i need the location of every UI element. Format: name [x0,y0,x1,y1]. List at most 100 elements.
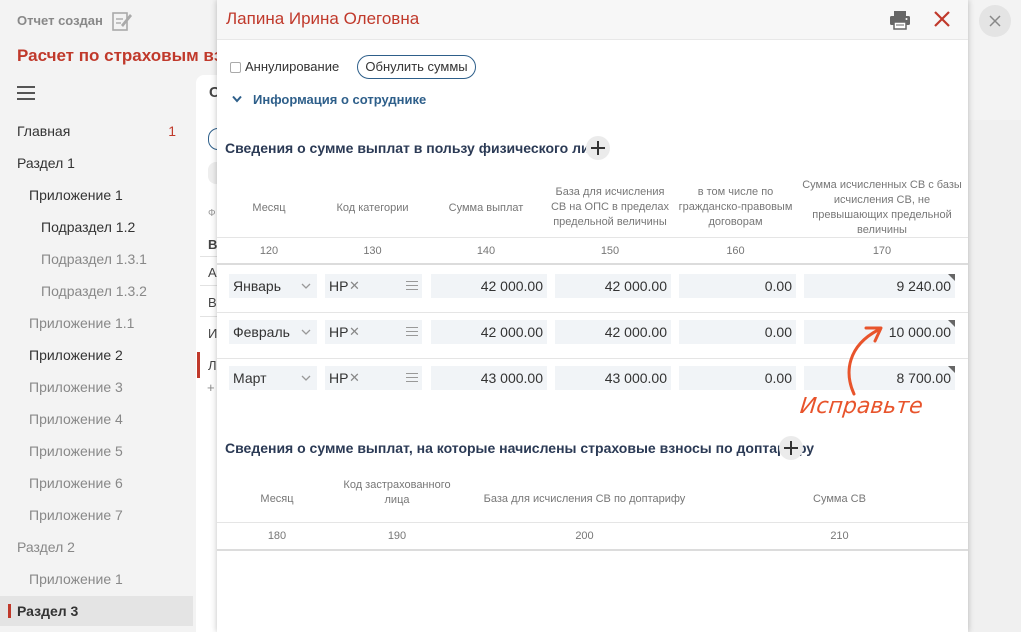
month-select[interactable]: Январь [229,274,317,298]
clear-icon[interactable]: ✕ [349,274,360,298]
sidebar-item-subsection-1-3-2[interactable]: Подраздел 1.3.2 [0,276,193,306]
menu-icon[interactable] [17,86,35,100]
category-code-field[interactable]: НР ✕ [325,366,422,390]
column-code: 140 [476,245,496,257]
list-icon[interactable] [406,327,418,337]
sidebar-item-main[interactable]: Главная 1 [0,116,193,146]
employee-info-toggle[interactable]: Информация о сотруднике [253,92,426,107]
gpd-field[interactable]: 0.00 [679,320,796,344]
close-icon[interactable] [933,10,951,28]
report-status: Отчет создан [17,13,103,28]
close-icon [989,15,1001,27]
column-header: Код категории [336,202,409,214]
errors-count-badge: 1 [168,123,176,139]
panel-close-button[interactable] [979,5,1011,37]
column-header: Сумма СВ [813,493,866,505]
month-value: Январь [233,278,281,294]
sidebar-item-section-1[interactable]: Раздел 1 [0,148,193,178]
add-payment-button[interactable] [586,136,610,160]
section-additional-tariff-title: Сведения о сумме выплат, на которые начи… [225,440,815,456]
list-icon[interactable] [406,281,418,291]
payment-sum-field[interactable]: 42 000.00 [431,320,547,344]
category-code-field[interactable]: НР ✕ [325,274,422,298]
background-fragment: А [208,265,217,280]
calculated-marker [948,366,955,373]
category-code-value: НР [329,278,349,294]
sidebar-item-appendix-3[interactable]: Приложение 3 [0,372,193,402]
divider [217,522,968,523]
category-code-field[interactable]: НР ✕ [325,320,422,344]
column-header: Месяц [260,493,294,505]
chevron-down-icon [301,329,311,335]
month-select[interactable]: Февраль [229,320,317,344]
column-code: 170 [872,245,892,257]
edit-report-icon[interactable] [112,10,132,32]
sidebar-item-appendix-1-1[interactable]: Приложение 1.1 [0,308,193,338]
chevron-down-icon [301,283,311,289]
fix-annotation: Исправьте [798,394,924,419]
column-header: Код застрахованного лица [343,479,451,506]
base-field[interactable]: 42 000.00 [555,320,671,344]
calculated-marker [948,320,955,327]
sidebar-item-appendix-7[interactable]: Приложение 7 [0,500,193,530]
month-value: Март [233,370,267,386]
column-header: Месяц [252,202,286,214]
column-code: 210 [830,530,849,542]
chevron-down-icon[interactable] [232,95,242,103]
clear-icon[interactable]: ✕ [349,366,360,390]
sidebar-item-appendix-4[interactable]: Приложение 4 [0,404,193,434]
divider [217,312,968,313]
base-field[interactable]: 43 000.00 [555,366,671,390]
clear-icon[interactable]: ✕ [349,320,360,344]
gpd-field[interactable]: 0.00 [679,274,796,298]
list-icon[interactable] [406,373,418,383]
month-select[interactable]: Март [229,366,317,390]
divider [217,549,968,551]
sidebar-item-appendix-5[interactable]: Приложение 5 [0,436,193,466]
add-additional-tariff-button[interactable] [779,436,803,460]
column-header: База для исчисления СВ по доптарифу [483,493,686,505]
page-title: Расчет по страховым взносам [17,46,217,65]
sidebar-item-appendix-6[interactable]: Приложение 6 [0,468,193,498]
sidebar-item-section-2[interactable]: Раздел 2 [0,532,193,562]
background-fragment: В [208,237,218,252]
gpd-field[interactable]: 0.00 [679,366,796,390]
sidebar-item-appendix-1[interactable]: Приложение 1 [0,180,193,210]
annul-checkbox[interactable] [230,62,241,73]
zero-sums-button[interactable]: Обнулить суммы [357,55,476,79]
column-code: 150 [600,245,620,257]
sidebar-item-subsection-1-2[interactable]: Подраздел 1.2 [0,212,193,242]
active-row-marker [197,352,200,378]
sidebar-item-appendix-2[interactable]: Приложение 2 [0,340,193,370]
background-fragment: + [207,380,215,395]
sidebar: Главная 1 Раздел 1 Приложение 1 Подразде… [0,115,196,632]
background-fragment: И [208,326,218,341]
column-header: База для исчисления СВ на ОПС в пределах… [550,186,670,228]
base-field[interactable]: 42 000.00 [555,274,671,298]
annul-label: Аннулирование [245,59,340,74]
background-fragment: Л [208,358,217,373]
payment-sum-field[interactable]: 43 000.00 [431,366,547,390]
column-code: 180 [267,530,287,542]
column-code: 200 [575,530,594,542]
divider [217,237,968,238]
column-code: 130 [363,245,382,257]
month-value: Февраль [233,324,290,340]
insurance-value: 9 240.00 [896,278,952,294]
chevron-down-icon [301,375,311,381]
sidebar-item-subsection-1-3-1[interactable]: Подраздел 1.3.1 [0,244,193,274]
column-header: Сумма выплат [448,202,524,214]
insurance-field[interactable]: 9 240.00 [804,274,955,298]
column-code: 120 [259,245,279,257]
sidebar-item-section-2-appendix-1[interactable]: Приложение 1 [0,564,193,594]
column-code: 160 [726,245,745,257]
annotation-arrow-icon [847,326,883,396]
sidebar-item-label: Главная [17,123,71,139]
payment-sum-field[interactable]: 42 000.00 [431,274,547,298]
print-icon[interactable] [889,10,911,30]
divider [217,263,968,265]
insurance-value: 10 000.00 [888,324,951,340]
calculated-marker [948,274,955,281]
sidebar-item-section-3[interactable]: Раздел 3 [0,596,193,626]
column-header: в том числе по гражданско-правовым догов… [678,186,793,228]
